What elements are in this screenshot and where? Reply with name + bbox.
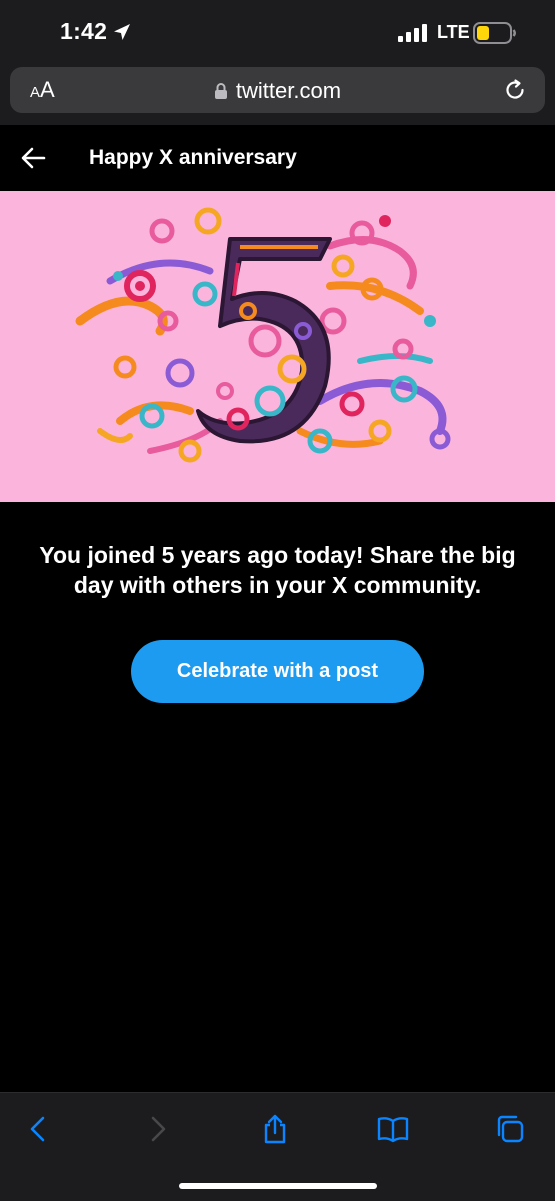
chevron-left-icon[interactable] [22, 1113, 54, 1145]
network-type: LTE [437, 22, 470, 42]
reload-icon[interactable] [503, 78, 527, 102]
tabs-icon[interactable] [494, 1113, 526, 1145]
browser-toolbar [0, 1092, 555, 1201]
address-bar[interactable]: AA twitter.com [10, 67, 545, 113]
battery-icon [473, 22, 516, 44]
location-arrow-icon [114, 24, 130, 40]
arrow-left-icon[interactable] [18, 145, 48, 171]
browser-chrome: AA twitter.com [0, 62, 555, 125]
anniversary-message: You joined 5 years ago today! Share the … [39, 542, 516, 598]
status-bar: 1:42 LTE [0, 0, 555, 62]
url-text: twitter.com [235, 78, 342, 103]
page-header: Happy X anniversary [0, 125, 555, 191]
page-title: Happy X anniversary [89, 146, 297, 169]
bookmarks-icon[interactable] [377, 1113, 409, 1145]
anniversary-illustration [0, 191, 555, 502]
chevron-right-icon[interactable] [142, 1113, 174, 1145]
celebrate-with-post-button[interactable]: Celebrate with a post [131, 640, 424, 703]
quilled-five-art [75, 207, 451, 463]
home-indicator [179, 1183, 377, 1189]
status-time: 1:42 [60, 18, 108, 44]
lock-icon [214, 83, 227, 99]
share-icon[interactable] [259, 1113, 291, 1145]
signal-bars-icon [398, 24, 427, 42]
url-display[interactable]: twitter.com [10, 78, 545, 104]
